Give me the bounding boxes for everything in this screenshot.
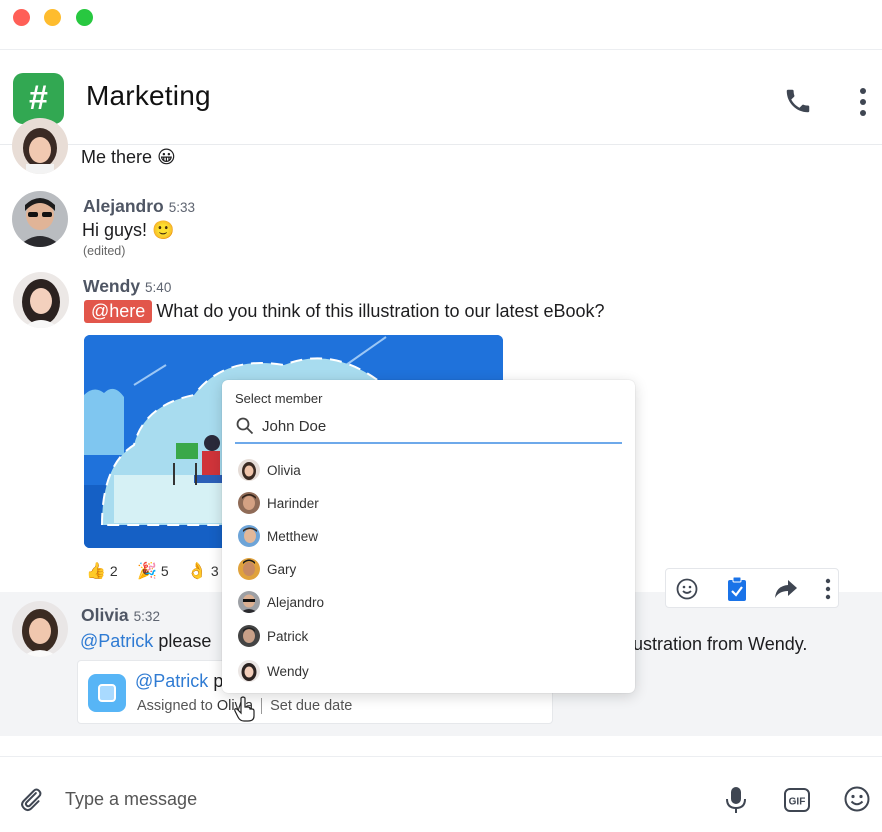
message-text: @Patrick please — [80, 631, 212, 651]
reaction-ok-hand[interactable]: 👌 3 — [187, 561, 219, 581]
member-avatar — [238, 492, 260, 514]
forward-icon[interactable] — [773, 576, 799, 602]
message-time: 5:40 — [145, 280, 172, 295]
member-option-harinder[interactable]: Harinder — [238, 491, 319, 515]
member-avatar — [238, 525, 260, 547]
message-author[interactable]: Olivia 5:32 — [81, 605, 160, 626]
phone-call-icon[interactable] — [783, 86, 813, 116]
message-text: Hi guys! 🙂 — [82, 220, 175, 240]
search-underline — [235, 442, 622, 444]
olivia-avatar[interactable] — [12, 601, 68, 657]
member-option-patrick[interactable]: Patrick — [238, 624, 308, 648]
message-time: 5:32 — [133, 609, 160, 624]
window-titlebar — [0, 0, 882, 50]
wendy-avatar[interactable] — [13, 272, 69, 328]
message-author[interactable]: Alejandro 5:33 — [83, 196, 195, 217]
member-search-input[interactable] — [262, 415, 622, 437]
message-composer: GIF — [0, 756, 882, 832]
reaction-party-popper[interactable]: 🎉 5 — [137, 561, 169, 581]
reaction-thumbs-up[interactable]: 👍 2 — [86, 561, 118, 581]
member-avatar — [238, 625, 260, 647]
member-avatar — [238, 591, 260, 613]
message-text: @here What do you think of this illustrat… — [84, 300, 605, 323]
paperclip-icon[interactable] — [18, 786, 44, 812]
member-option-metthew[interactable]: Metthew — [238, 524, 318, 548]
message-author[interactable]: Wendy 5:40 — [83, 276, 171, 297]
edited-label: (edited) — [83, 244, 126, 258]
task-icon — [88, 674, 126, 712]
alejandro-avatar[interactable] — [12, 191, 68, 247]
create-task-icon[interactable] — [724, 576, 750, 602]
here-mention-badge[interactable]: @here — [84, 300, 153, 323]
channel-header: # Marketing — [0, 50, 882, 145]
channel-title: Marketing — [86, 80, 211, 111]
search-icon — [236, 417, 254, 435]
member-avatar — [238, 459, 260, 481]
user-avatar-icon[interactable] — [12, 118, 68, 174]
member-avatar — [238, 660, 260, 682]
select-member-popup: Select member Olivia Harinder Metthew Ga… — [222, 380, 635, 693]
member-option-olivia[interactable]: Olivia — [238, 458, 301, 482]
gif-icon[interactable]: GIF — [783, 787, 811, 813]
member-option-wendy[interactable]: Wendy — [238, 659, 309, 683]
member-avatar — [238, 558, 260, 580]
task-title: @Patrick p — [135, 671, 224, 691]
popup-title: Select member — [235, 391, 323, 406]
close-window-button[interactable] — [13, 9, 30, 26]
patrick-mention[interactable]: @Patrick — [80, 631, 153, 651]
add-reaction-icon[interactable] — [674, 576, 700, 602]
hand-pointer-icon — [234, 696, 255, 722]
message-time: 5:33 — [168, 200, 195, 215]
svg-text:GIF: GIF — [789, 797, 806, 808]
task-mention[interactable]: @Patrick — [135, 671, 208, 691]
member-option-gary[interactable]: Gary — [238, 557, 296, 581]
message-actions-toolbar — [665, 568, 839, 608]
emoji-picker-icon[interactable] — [843, 785, 871, 813]
maximize-window-button[interactable] — [76, 9, 93, 26]
channel-hash-icon: # — [13, 73, 64, 124]
more-actions-icon[interactable] — [815, 576, 841, 602]
message-text: Me there 😀 — [81, 147, 176, 167]
minimize-window-button[interactable] — [44, 9, 61, 26]
message-input[interactable] — [65, 787, 685, 811]
set-due-date-link[interactable]: Set due date — [270, 698, 352, 714]
microphone-icon[interactable] — [724, 785, 748, 815]
member-option-alejandro[interactable]: Alejandro — [238, 590, 324, 614]
message-text-continued: ustration from Wendy. — [633, 634, 808, 654]
more-options-icon[interactable] — [852, 86, 874, 118]
